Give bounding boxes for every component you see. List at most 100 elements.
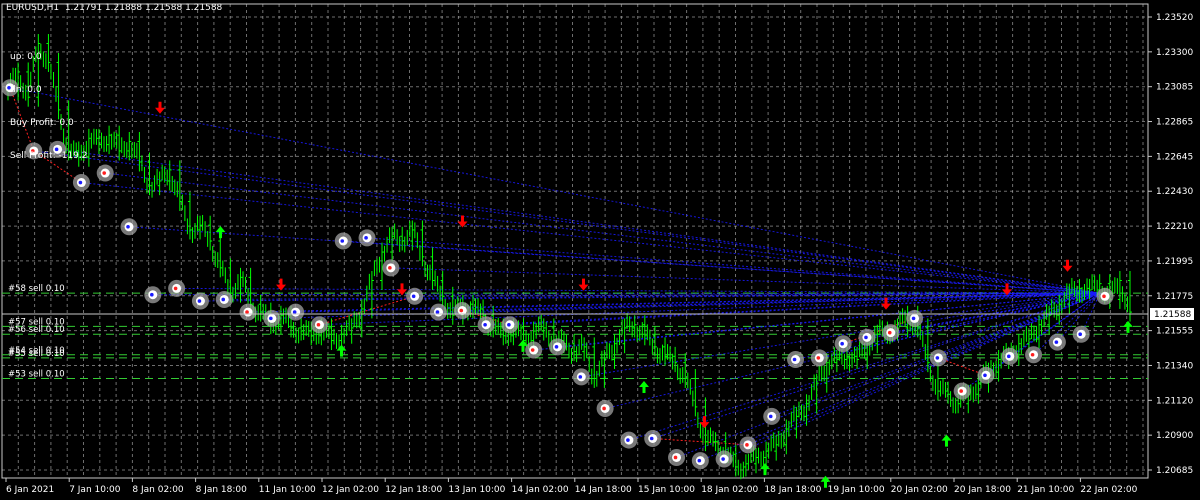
price-chart[interactable]: 1.23520 1.23300 1.23085 1.22865 1.22645 1.224…	[0, 0, 1200, 500]
order-marker-dot	[840, 341, 844, 346]
y-tick-label: 1.21555	[1156, 327, 1193, 337]
order-label: #55 sell 0.10	[8, 349, 65, 359]
x-tick-label: 19 Jan 10:00	[828, 485, 885, 495]
order-marker-dot	[721, 457, 725, 461]
y-tick-label: 1.23085	[1156, 83, 1193, 93]
order-marker-dot	[649, 436, 654, 441]
x-tick-label: 18 Jan 02:00	[701, 485, 758, 495]
order-label: #56 sell 0.10	[8, 325, 65, 335]
plot-frame	[1, 3, 1149, 479]
order-marker-dot	[1030, 352, 1035, 357]
x-tick-label: 8 Jan 18:00	[196, 485, 248, 495]
y-tick-label: 1.22645	[1156, 152, 1193, 162]
x-tick-label: 13 Jan 10:00	[448, 485, 505, 495]
x-tick-label: 18 Jan 18:00	[764, 485, 821, 495]
x-tick-label: 22 Jan 02:00	[1080, 485, 1137, 495]
y-tick-label: 1.22430	[1156, 187, 1193, 197]
order-marker-dot	[197, 299, 202, 303]
order-marker-dot	[173, 286, 178, 291]
x-tick-label: 7 Jan 10:00	[69, 485, 121, 495]
info-buy-profit: Buy Profit: 0.0	[10, 118, 74, 128]
x-tick-label: 12 Jan 18:00	[385, 485, 442, 495]
x-tick-label: 21 Jan 10:00	[1017, 485, 1074, 495]
info-up: up: 0.0	[10, 52, 42, 62]
order-label: #53 sell 0.10	[8, 369, 65, 379]
order-marker-dot	[269, 316, 273, 321]
link-line-blue	[176, 287, 1101, 294]
order-marker-dot	[864, 335, 868, 340]
link-line-blue	[390, 267, 1101, 294]
link-line-blue	[9, 87, 1101, 294]
order-marker-dot	[530, 348, 535, 352]
x-tick-label: 8 Jan 02:00	[132, 485, 184, 495]
order-marker-dot	[816, 356, 821, 360]
order-marker-dot	[554, 345, 559, 349]
order-marker-dot	[388, 266, 392, 270]
order-label: #58 sell 0.10	[8, 284, 65, 294]
y-tick-label: 1.22865	[1156, 118, 1193, 128]
order-marker-dot	[126, 224, 130, 229]
y-tick-label: 1.21995	[1156, 257, 1193, 267]
order-marker-dot	[316, 322, 321, 327]
order-marker-dot	[578, 375, 583, 379]
order-marker-dot	[911, 316, 916, 321]
order-marker-dot	[411, 294, 416, 299]
down-arrow-icon	[578, 278, 589, 291]
down-arrow-icon	[155, 101, 165, 114]
x-tick-label: 14 Jan 02:00	[512, 485, 569, 495]
order-marker-dot	[1102, 294, 1106, 299]
down-arrow-icon	[699, 416, 710, 429]
y-tick-label: 1.21120	[1156, 396, 1193, 406]
down-arrow-icon	[1062, 259, 1073, 272]
order-marker-dot	[602, 406, 606, 411]
link-line-blue	[676, 292, 1101, 458]
link-line-blue	[33, 150, 1101, 294]
y-tick-label: 1.20685	[1156, 466, 1193, 476]
x-tick-label: 12 Jan 02:00	[322, 485, 379, 495]
order-marker-dot	[1006, 354, 1011, 359]
order-marker-dot	[1054, 340, 1059, 344]
order-marker-dot	[626, 438, 630, 442]
info-dn: dn: 0.0	[10, 85, 42, 95]
order-marker-dot	[792, 357, 797, 362]
x-tick-label: 20 Jan 02:00	[891, 485, 948, 495]
order-marker-dot	[340, 239, 345, 243]
x-tick-label: 15 Jan 10:00	[638, 485, 695, 495]
order-marker-dot	[1078, 332, 1082, 337]
order-marker-dot	[483, 322, 487, 327]
link-line-blue	[747, 292, 1101, 446]
up-arrow-icon	[639, 380, 649, 393]
order-marker-dot	[983, 373, 987, 378]
order-marker-dot	[959, 389, 963, 393]
order-marker-dot	[745, 443, 749, 447]
order-marker-dot	[102, 171, 107, 175]
link-line-red	[652, 438, 748, 446]
y-tick-label: 1.23520	[1156, 13, 1193, 23]
order-marker-dot	[221, 297, 226, 302]
current-price-label: 1.21588	[1154, 310, 1191, 320]
order-marker-dot	[673, 455, 678, 460]
y-tick-label: 1.22210	[1156, 222, 1193, 232]
y-tick-label: 1.21340	[1156, 361, 1193, 371]
order-marker-dot	[459, 308, 464, 313]
order-marker-dot	[697, 458, 702, 463]
info-sell-profit: Sell Profit: -119.2	[10, 151, 88, 161]
x-tick-label: 6 Jan 2021	[6, 485, 54, 495]
y-tick-label: 1.20900	[1156, 431, 1193, 441]
x-tick-label: 11 Jan 10:00	[259, 485, 316, 495]
up-arrow-icon	[941, 434, 952, 447]
symbol-info: EURUSD,H1 1.21791 1.21888 1.21588 1.2158…	[6, 3, 223, 13]
order-marker-dot	[935, 356, 940, 360]
info-block: up: 0.0 dn: 0.0 Buy Profit: 0.0 Sell Pro…	[10, 30, 88, 184]
chart-window[interactable]: 1.23520 1.23300 1.23085 1.22865 1.22645 1.224…	[0, 0, 1200, 500]
order-marker-dot	[507, 322, 511, 327]
order-marker-dot	[292, 310, 297, 314]
order-marker-dot	[364, 236, 368, 240]
y-tick-label: 1.21775	[1156, 292, 1193, 302]
order-marker-dot	[435, 310, 440, 314]
order-marker-dot	[768, 414, 773, 419]
order-marker-dot	[887, 330, 892, 335]
link-line-blue	[367, 237, 1101, 294]
x-tick-label: 20 Jan 18:00	[954, 485, 1011, 495]
up-arrow-icon	[215, 226, 226, 239]
